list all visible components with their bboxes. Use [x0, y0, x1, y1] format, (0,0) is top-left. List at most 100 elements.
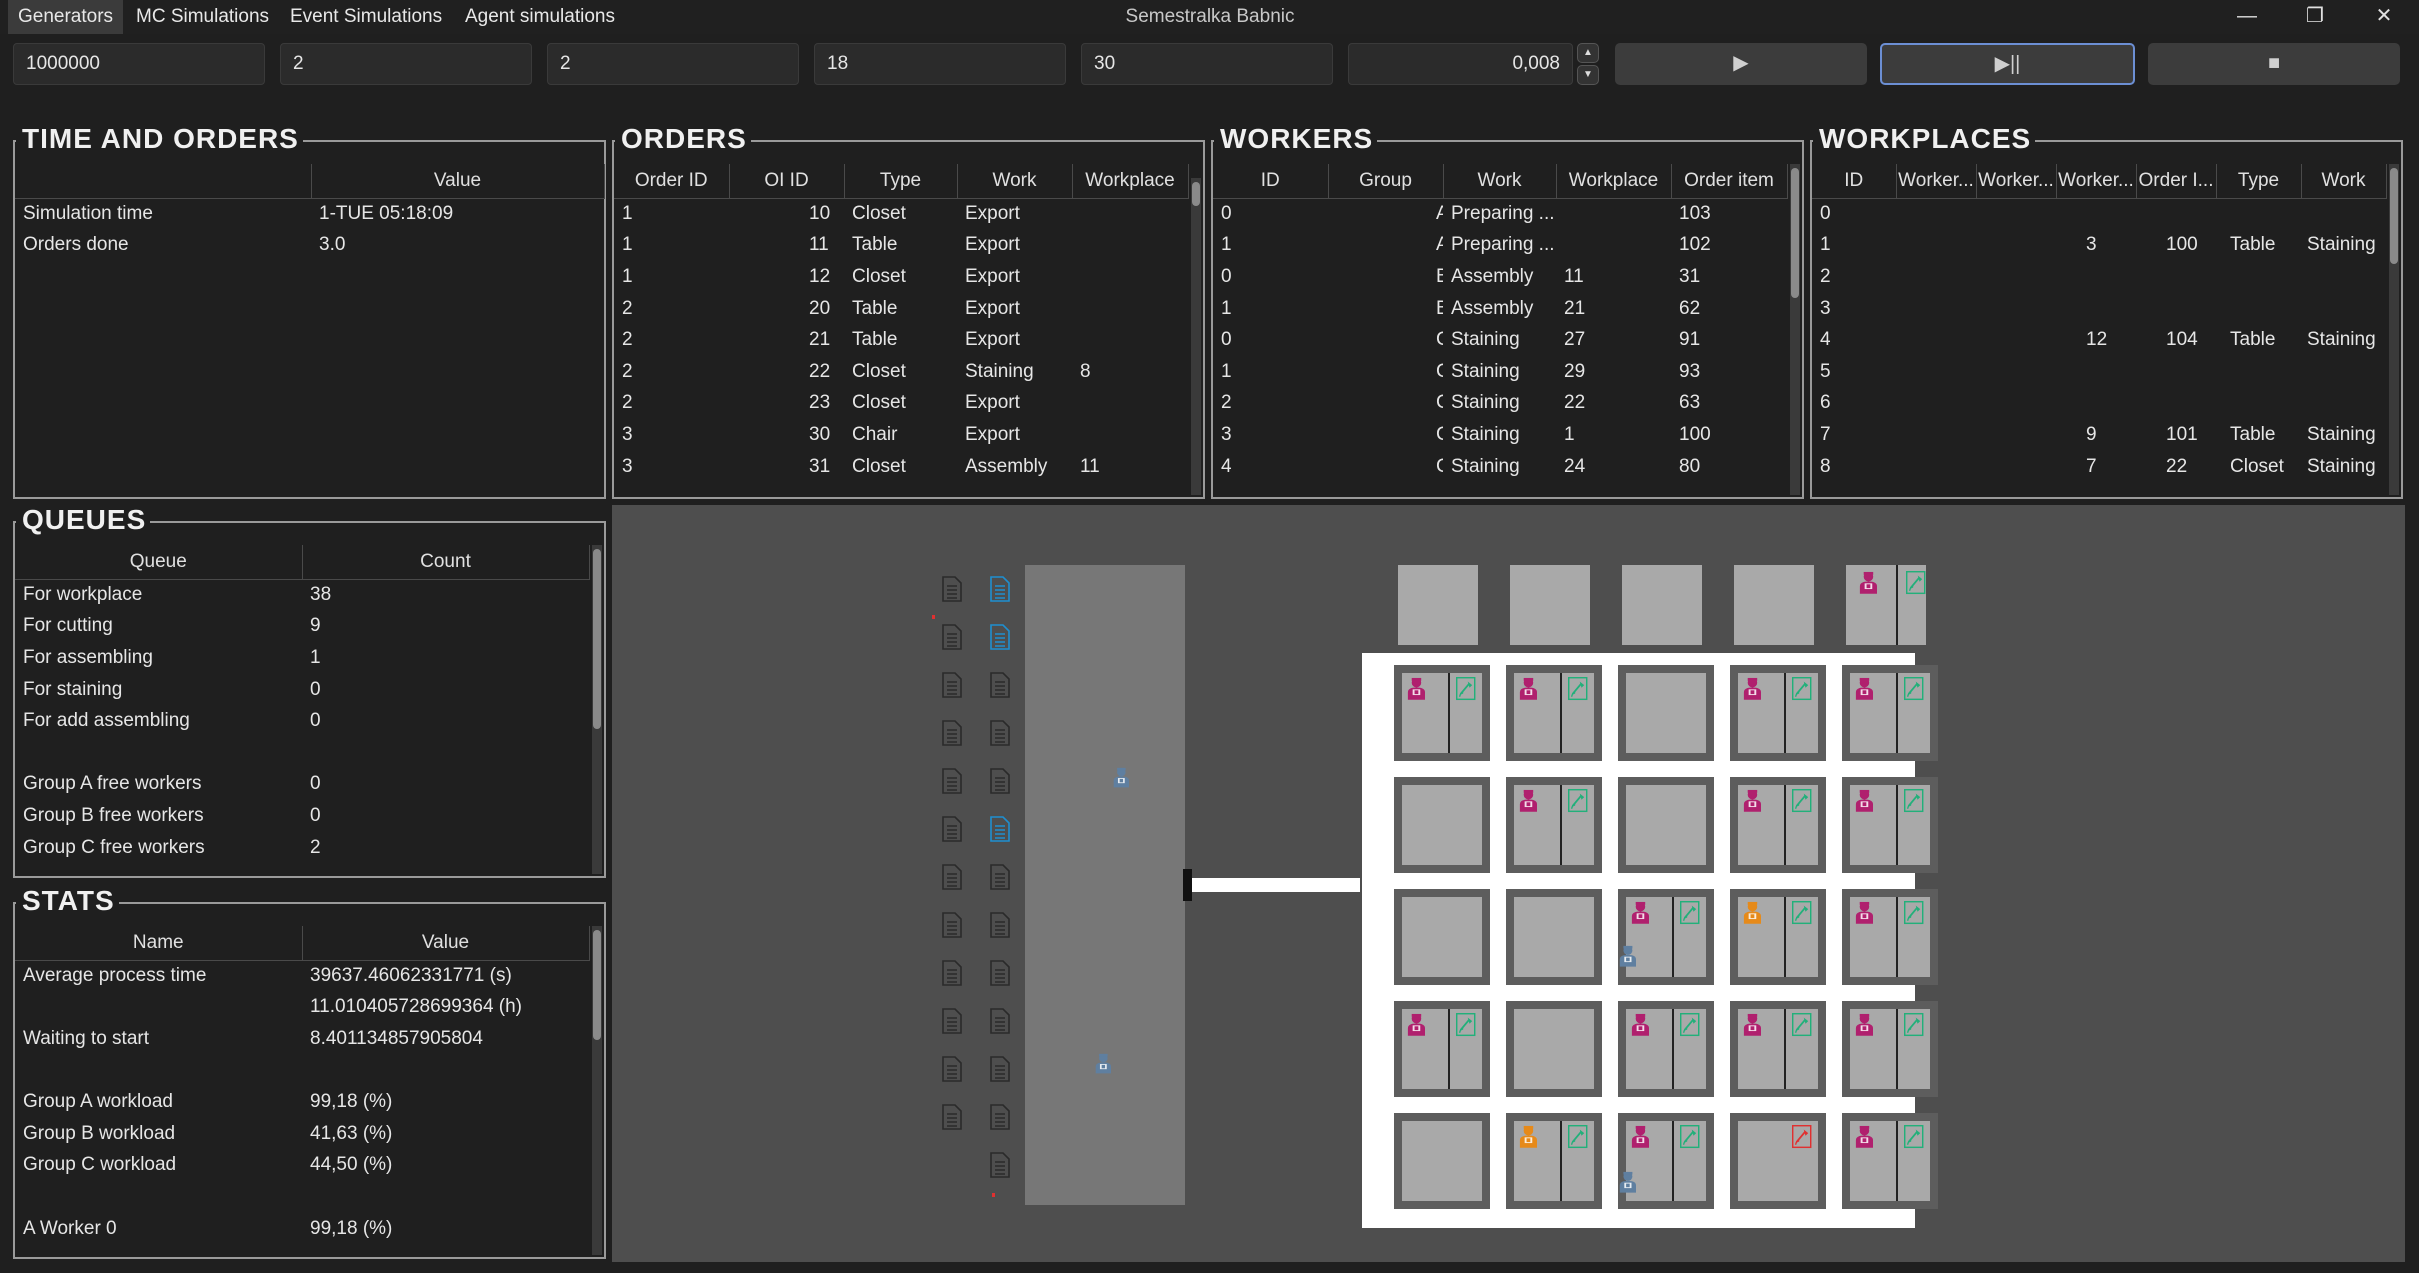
scroll-thumb[interactable]	[1791, 168, 1799, 298]
column-header[interactable]: Type	[844, 164, 958, 199]
close-icon[interactable]: ✕	[2357, 0, 2411, 34]
table-row[interactable]: Group C free workers 2	[15, 832, 589, 864]
table-row[interactable]: 4 C Staining 24 80	[1213, 451, 1787, 483]
table-row[interactable]: Group C workload 44,50 (%)	[15, 1150, 589, 1182]
group-b-input[interactable]: 2	[547, 43, 799, 85]
workers-scrollbar[interactable]	[1790, 164, 1800, 495]
column-header[interactable]: Work	[1443, 164, 1557, 199]
table-row[interactable]: 2 22 Closet Staining 8	[614, 356, 1188, 388]
stop-button[interactable]: ■	[2148, 43, 2400, 85]
table-row[interactable]: 0 B Assembly 11 31	[1213, 261, 1787, 293]
column-header[interactable]: Order I...	[2136, 164, 2217, 199]
column-header[interactable]: Workplace	[1072, 164, 1189, 199]
start-button[interactable]: ▶	[1615, 43, 1867, 85]
table-row[interactable]	[15, 1055, 589, 1087]
column-header[interactable]: Count	[302, 545, 590, 580]
spin-up-icon[interactable]: ▲	[1577, 43, 1599, 63]
column-header[interactable]: Workplace	[1556, 164, 1672, 199]
column-header[interactable]: Type	[2216, 164, 2302, 199]
table-row[interactable]: 0	[1812, 198, 2386, 230]
column-header[interactable]: Worker...	[2056, 164, 2137, 199]
tab-event-simulations[interactable]: Event Simulations	[280, 0, 452, 34]
table-row[interactable]: For add assembling 0	[15, 705, 589, 737]
pause-button[interactable]: ▶||	[1880, 43, 2135, 85]
orders-scrollbar[interactable]	[1191, 178, 1201, 495]
column-header[interactable]: Order ID	[614, 164, 730, 199]
table-row[interactable]: Orders done 3.0	[15, 230, 604, 262]
table-row[interactable]: 1 C Staining 29 93	[1213, 356, 1787, 388]
scroll-thumb[interactable]	[593, 549, 601, 729]
table-row[interactable]: 6	[1812, 388, 2386, 420]
group-a-input[interactable]: 2	[280, 43, 532, 85]
table-row[interactable]: Simulation time 1-TUE 05:18:09	[15, 198, 604, 230]
table-row[interactable]: 2 C Staining 22 63	[1213, 388, 1787, 420]
column-header[interactable]: Worker...	[1896, 164, 1977, 199]
workplaces-scrollbar[interactable]	[2389, 164, 2399, 495]
table-row[interactable]: 3 30 Chair Export	[614, 419, 1188, 451]
stats-scrollbar[interactable]	[592, 926, 602, 1255]
minimize-icon[interactable]: —	[2220, 0, 2274, 34]
table-row[interactable]: 1 A Preparing ... 102	[1213, 230, 1787, 262]
column-header[interactable]: Group	[1328, 164, 1444, 199]
table-row[interactable]: Average process time 39637.46062331771 (s…	[15, 960, 589, 992]
column-header[interactable]: Queue	[15, 545, 303, 580]
column-header[interactable]: Value	[302, 926, 590, 961]
scroll-thumb[interactable]	[1192, 182, 1200, 206]
column-header[interactable]: Name	[15, 926, 303, 961]
column-header[interactable]: OI ID	[729, 164, 845, 199]
table-row[interactable]: 5	[1812, 356, 2386, 388]
column-header[interactable]: ID	[1812, 164, 1897, 199]
tab-agent-simulations[interactable]: Agent simulations	[455, 0, 625, 34]
table-row[interactable]: 1 12 Closet Export	[614, 261, 1188, 293]
tab-mc-simulations[interactable]: MC Simulations	[126, 0, 279, 34]
column-header[interactable]: Work	[2301, 164, 2387, 199]
table-row[interactable]: For cutting 9	[15, 611, 589, 643]
table-row[interactable]: Group A workload 99,18 (%)	[15, 1086, 589, 1118]
table-row[interactable]: Group B free workers 0	[15, 800, 589, 832]
replications-input[interactable]: 1000000	[13, 43, 265, 85]
group-c-input[interactable]: 18	[814, 43, 1066, 85]
table-row[interactable]: For staining 0	[15, 674, 589, 706]
scroll-thumb[interactable]	[593, 930, 601, 1040]
table-row[interactable]: Waiting to start 8.401134857905804	[15, 1023, 589, 1055]
table-row[interactable]: For workplace 38	[15, 579, 589, 611]
table-row[interactable]: 3	[1812, 293, 2386, 325]
workplace-divider	[1672, 1009, 1674, 1089]
table-row[interactable]: 7 9 101 Table Staining	[1812, 419, 2386, 451]
spin-down-icon[interactable]: ▼	[1577, 65, 1599, 85]
table-row[interactable]: 11.010405728699364 (h)	[15, 992, 589, 1024]
table-row[interactable]	[15, 737, 589, 769]
column-header[interactable]: ID	[1213, 164, 1329, 199]
table-row[interactable]: Group A free workers 0	[15, 769, 589, 801]
table-row[interactable]: 1 11 Table Export	[614, 230, 1188, 262]
table-row[interactable]: 2 20 Table Export	[614, 293, 1188, 325]
table-row[interactable]: Group B workload 41,63 (%)	[15, 1118, 589, 1150]
simulation-canvas[interactable]	[612, 505, 2405, 1262]
table-row[interactable]: 1 10 Closet Export	[614, 198, 1188, 230]
column-header[interactable]: Worker...	[1976, 164, 2057, 199]
column-header[interactable]: Order item	[1671, 164, 1788, 199]
table-row[interactable]: 1 B Assembly 21 62	[1213, 293, 1787, 325]
restore-icon[interactable]: ❐	[2288, 0, 2342, 34]
column-header[interactable]: Value	[311, 164, 605, 199]
table-row[interactable]: For assembling 1	[15, 642, 589, 674]
table-row[interactable]: 0 C Staining 27 91	[1213, 324, 1787, 356]
queues-scrollbar[interactable]	[592, 545, 602, 874]
table-row[interactable]: 2 21 Table Export	[614, 324, 1188, 356]
table-row[interactable]	[15, 1181, 589, 1213]
column-header[interactable]	[15, 164, 312, 199]
scroll-thumb[interactable]	[2390, 168, 2398, 264]
column-header[interactable]: Work	[957, 164, 1073, 199]
table-row[interactable]: 2 23 Closet Export	[614, 388, 1188, 420]
table-row[interactable]: 4 12 104 Table Staining	[1812, 324, 2386, 356]
workplaces-input[interactable]: 30	[1081, 43, 1333, 85]
table-row[interactable]: 1 3 100 Table Staining	[1812, 230, 2386, 262]
speed-input[interactable]: 0,008	[1348, 43, 1573, 85]
table-row[interactable]: A Worker 0 99,18 (%)	[15, 1213, 589, 1245]
table-row[interactable]: 2	[1812, 261, 2386, 293]
table-row[interactable]: 8 7 22 Closet Staining	[1812, 451, 2386, 483]
table-row[interactable]: 0 A Preparing ... 103	[1213, 198, 1787, 230]
table-row[interactable]: 3 31 Closet Assembly 11	[614, 451, 1188, 483]
table-row[interactable]: 3 C Staining 1 100	[1213, 419, 1787, 451]
tab-generators[interactable]: Generators	[8, 0, 124, 34]
